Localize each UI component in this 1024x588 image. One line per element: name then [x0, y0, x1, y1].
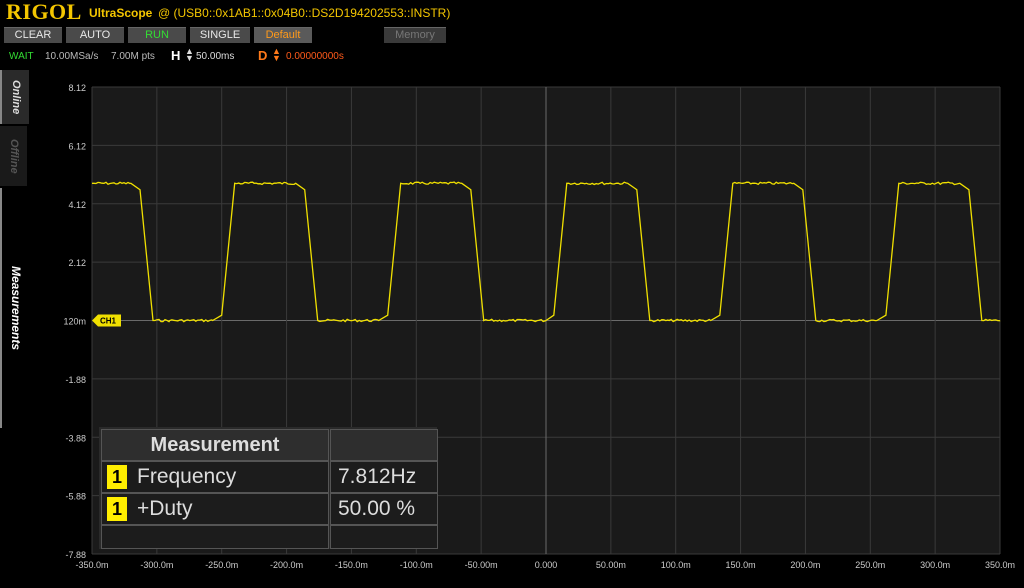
y-tick-label: 2.12: [68, 258, 86, 268]
x-tick-label: 100.0m: [661, 560, 691, 570]
measurement-value-cell: 7.812Hz: [330, 461, 438, 493]
delay-value[interactable]: 0.00000000s: [286, 51, 344, 62]
horizontal-scale-stepper-icon[interactable]: ▲ ▼: [185, 47, 194, 63]
instrument-resource: @ (USB0::0x1AB1::0x04B0::DS2D194202553::…: [158, 6, 451, 20]
measurement-panel: Measurement 1 Frequency 7.812Hz 1 +Duty …: [99, 427, 438, 549]
measurement-value-cell-empty: [330, 525, 438, 549]
measurement-name: +Duty: [137, 497, 193, 520]
x-tick-label: 200.0m: [790, 560, 820, 570]
rigol-logo: RIGOL: [6, 0, 82, 24]
title-bar: RIGOL UltraScope @ (USB0::0x1AB1::0x04B0…: [0, 0, 1024, 25]
measurement-value-cell: 50.00 %: [330, 493, 438, 525]
y-tick-label: -1.88: [65, 375, 86, 385]
auto-button[interactable]: AUTO: [66, 27, 124, 43]
x-tick-label: 300.0m: [920, 560, 950, 570]
x-tick-label: -350.0m: [75, 560, 108, 570]
measurement-header-blank: [330, 429, 438, 461]
x-tick-label: 50.00m: [596, 560, 626, 570]
ch1-marker-label: CH1: [100, 317, 117, 326]
default-button[interactable]: Default: [254, 27, 312, 43]
y-tick-label: -5.88: [65, 492, 86, 502]
memory-button[interactable]: Memory: [384, 27, 446, 43]
x-tick-label: -250.0m: [205, 560, 238, 570]
ch1-level-marker[interactable]: CH1: [92, 314, 121, 327]
sample-rate: 10.00MSa/s: [45, 51, 99, 62]
y-tick-label: 120m: [63, 317, 86, 327]
measurement-value: 7.812Hz: [338, 465, 417, 488]
measurement-name: Frequency: [137, 465, 237, 488]
run-button[interactable]: RUN: [128, 27, 186, 43]
trigger-status: WAIT: [9, 51, 34, 62]
horizontal-scale-value[interactable]: 50.00ms: [196, 51, 234, 62]
x-axis-ticks: -350.0m -300.0m -250.0m -200.0m -150.0m -100.…: [75, 560, 1015, 570]
y-tick-label: -3.88: [65, 433, 86, 443]
y-tick-label: 6.12: [68, 141, 86, 151]
single-button[interactable]: SINGLE: [190, 27, 250, 43]
measurement-row[interactable]: 1 +Duty: [101, 493, 329, 525]
y-tick-label: 8.12: [68, 83, 86, 93]
x-tick-label: -200.0m: [270, 560, 303, 570]
x-tick-label: -150.0m: [335, 560, 368, 570]
memory-depth: 7.00M pts: [111, 51, 155, 62]
measurement-row[interactable]: 1 Frequency: [101, 461, 329, 493]
y-tick-label: 4.12: [68, 200, 86, 210]
app-name: UltraScope: [89, 6, 153, 20]
delay-label: D: [258, 48, 268, 63]
y-axis-ticks: 8.12 6.12 4.12 2.12 120m -1.88 -3.88 -5.88 -7.88: [63, 83, 86, 560]
x-tick-label: -50.00m: [465, 560, 498, 570]
x-tick-label: -300.0m: [140, 560, 173, 570]
delay-stepper-icon[interactable]: ▲ ▼: [272, 47, 281, 63]
x-tick-label: 250.0m: [855, 560, 885, 570]
y-tick-label: -7.88: [65, 550, 86, 560]
x-tick-label: 150.0m: [726, 560, 756, 570]
x-tick-label: -100.0m: [400, 560, 433, 570]
clear-button[interactable]: CLEAR: [4, 27, 62, 43]
x-tick-label: 0.000: [535, 560, 558, 570]
channel-badge: 1: [107, 497, 127, 521]
measurement-value: 50.00 %: [338, 497, 416, 520]
measurement-row-empty: [101, 525, 329, 549]
horizontal-scale-label: H: [171, 48, 181, 63]
x-tick-label: 350.0m: [985, 560, 1015, 570]
measurement-header: Measurement: [101, 429, 329, 461]
channel-badge: 1: [107, 465, 127, 489]
